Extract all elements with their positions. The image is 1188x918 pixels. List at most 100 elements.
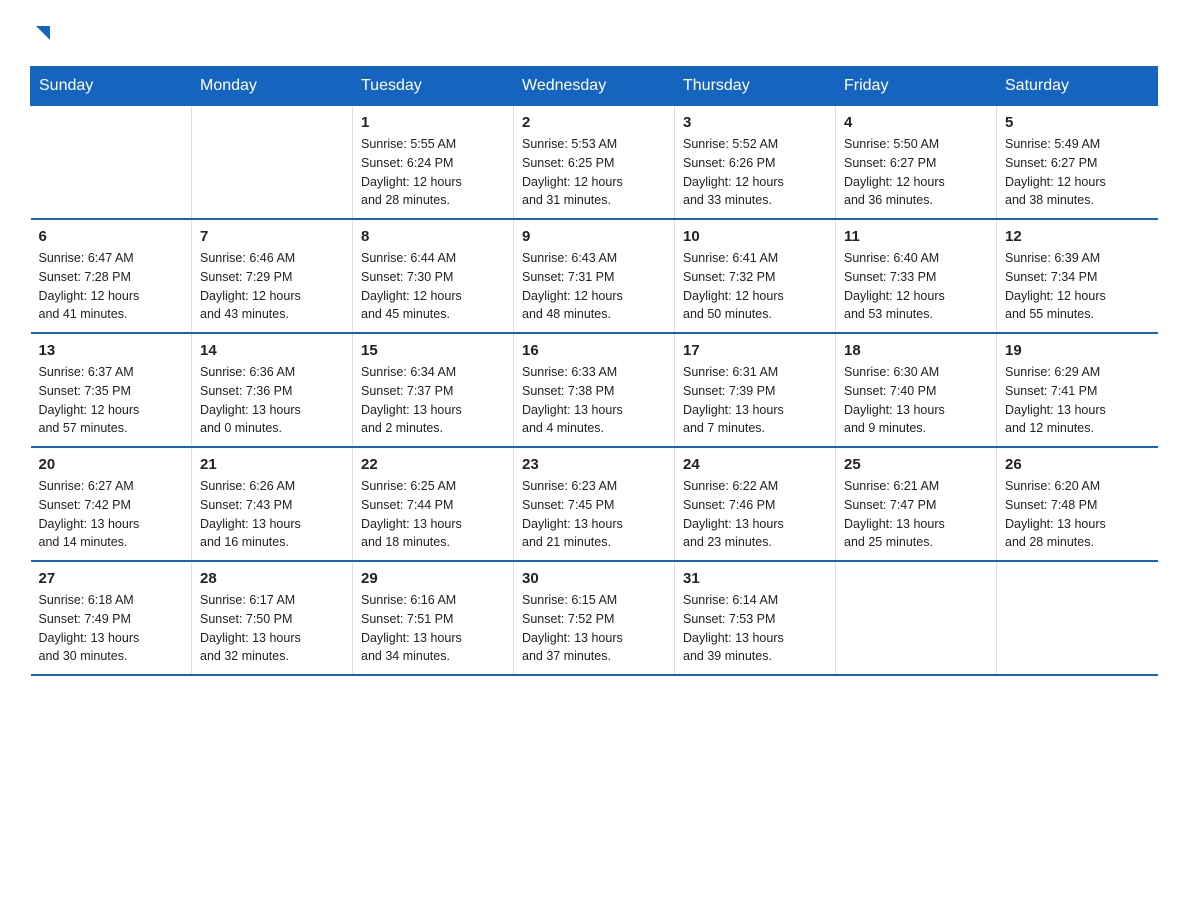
calendar-cell: 2 Sunrise: 5:53 AM Sunset: 6:25 PM Daylig…	[514, 106, 675, 220]
weekday-header-friday: Friday	[836, 67, 997, 106]
calendar-cell: 10 Sunrise: 6:41 AM Sunset: 7:32 PM Dayli…	[675, 219, 836, 333]
day-number: 25	[844, 456, 988, 473]
day-info: Sunrise: 6:44 AM Sunset: 7:30 PM Dayligh…	[361, 249, 505, 324]
day-info: Sunrise: 6:31 AM Sunset: 7:39 PM Dayligh…	[683, 363, 827, 438]
calendar-cell	[836, 561, 997, 675]
calendar-cell: 13 Sunrise: 6:37 AM Sunset: 7:35 PM Dayli…	[31, 333, 192, 447]
page-header	[30, 20, 1158, 48]
calendar-cell: 6Sunrise: 6:47 AM Sunset: 7:28 PM Daylig…	[31, 219, 192, 333]
day-info: Sunrise: 6:43 AM Sunset: 7:31 PM Dayligh…	[522, 249, 666, 324]
calendar-cell: 3 Sunrise: 5:52 AM Sunset: 6:26 PM Daylig…	[675, 106, 836, 220]
calendar-cell: 25 Sunrise: 6:21 AM Sunset: 7:47 PM Dayli…	[836, 447, 997, 561]
day-number: 18	[844, 342, 988, 359]
day-info: Sunrise: 5:52 AM Sunset: 6:26 PM Dayligh…	[683, 135, 827, 210]
day-info: Sunrise: 6:26 AM Sunset: 7:43 PM Dayligh…	[200, 477, 344, 552]
day-info: Sunrise: 6:21 AM Sunset: 7:47 PM Dayligh…	[844, 477, 988, 552]
day-number: 15	[361, 342, 505, 359]
day-number: 24	[683, 456, 827, 473]
calendar-cell: 24 Sunrise: 6:22 AM Sunset: 7:46 PM Dayli…	[675, 447, 836, 561]
day-number: 11	[844, 228, 988, 245]
calendar-cell: 14Sunrise: 6:36 AM Sunset: 7:36 PM Dayli…	[192, 333, 353, 447]
day-info: Sunrise: 5:55 AM Sunset: 6:24 PM Dayligh…	[361, 135, 505, 210]
day-number: 12	[1005, 228, 1150, 245]
weekday-header-sunday: Sunday	[31, 67, 192, 106]
weekday-header-wednesday: Wednesday	[514, 67, 675, 106]
day-number: 23	[522, 456, 666, 473]
calendar-cell	[997, 561, 1158, 675]
day-info: Sunrise: 6:27 AM Sunset: 7:42 PM Dayligh…	[39, 477, 184, 552]
calendar-cell: 8 Sunrise: 6:44 AM Sunset: 7:30 PM Daylig…	[353, 219, 514, 333]
day-number: 1	[361, 114, 505, 131]
calendar-cell: 16 Sunrise: 6:33 AM Sunset: 7:38 PM Dayli…	[514, 333, 675, 447]
calendar-cell	[31, 106, 192, 220]
day-number: 16	[522, 342, 666, 359]
day-info: Sunrise: 6:15 AM Sunset: 7:52 PM Dayligh…	[522, 591, 666, 666]
day-info: Sunrise: 5:49 AM Sunset: 6:27 PM Dayligh…	[1005, 135, 1150, 210]
day-number: 6	[39, 228, 184, 245]
calendar-cell: 23 Sunrise: 6:23 AM Sunset: 7:45 PM Dayli…	[514, 447, 675, 561]
day-number: 20	[39, 456, 184, 473]
weekday-header-tuesday: Tuesday	[353, 67, 514, 106]
day-number: 28	[200, 570, 344, 587]
calendar-week-row: 6Sunrise: 6:47 AM Sunset: 7:28 PM Daylig…	[31, 219, 1158, 333]
calendar-week-row: 27Sunrise: 6:18 AM Sunset: 7:49 PM Dayli…	[31, 561, 1158, 675]
weekday-header-saturday: Saturday	[997, 67, 1158, 106]
day-number: 30	[522, 570, 666, 587]
day-info: Sunrise: 5:53 AM Sunset: 6:25 PM Dayligh…	[522, 135, 666, 210]
calendar-cell: 19Sunrise: 6:29 AM Sunset: 7:41 PM Dayli…	[997, 333, 1158, 447]
day-number: 10	[683, 228, 827, 245]
calendar-cell: 1 Sunrise: 5:55 AM Sunset: 6:24 PM Daylig…	[353, 106, 514, 220]
calendar-cell: 27Sunrise: 6:18 AM Sunset: 7:49 PM Dayli…	[31, 561, 192, 675]
calendar-cell: 28 Sunrise: 6:17 AM Sunset: 7:50 PM Dayli…	[192, 561, 353, 675]
day-number: 2	[522, 114, 666, 131]
day-info: Sunrise: 6:30 AM Sunset: 7:40 PM Dayligh…	[844, 363, 988, 438]
calendar-cell: 5 Sunrise: 5:49 AM Sunset: 6:27 PM Daylig…	[997, 106, 1158, 220]
calendar-cell: 31 Sunrise: 6:14 AM Sunset: 7:53 PM Dayli…	[675, 561, 836, 675]
day-info: Sunrise: 6:17 AM Sunset: 7:50 PM Dayligh…	[200, 591, 344, 666]
calendar-cell: 18 Sunrise: 6:30 AM Sunset: 7:40 PM Dayli…	[836, 333, 997, 447]
day-info: Sunrise: 6:36 AM Sunset: 7:36 PM Dayligh…	[200, 363, 344, 438]
calendar-cell: 7 Sunrise: 6:46 AM Sunset: 7:29 PM Daylig…	[192, 219, 353, 333]
day-number: 19	[1005, 342, 1150, 359]
calendar-cell: 26 Sunrise: 6:20 AM Sunset: 7:48 PM Dayli…	[997, 447, 1158, 561]
day-number: 31	[683, 570, 827, 587]
day-number: 4	[844, 114, 988, 131]
day-info: Sunrise: 6:33 AM Sunset: 7:38 PM Dayligh…	[522, 363, 666, 438]
day-info: Sunrise: 6:37 AM Sunset: 7:35 PM Dayligh…	[39, 363, 184, 438]
calendar-cell: 21Sunrise: 6:26 AM Sunset: 7:43 PM Dayli…	[192, 447, 353, 561]
weekday-header-monday: Monday	[192, 67, 353, 106]
day-number: 26	[1005, 456, 1150, 473]
day-number: 5	[1005, 114, 1150, 131]
day-number: 17	[683, 342, 827, 359]
day-number: 13	[39, 342, 184, 359]
calendar-cell: 30 Sunrise: 6:15 AM Sunset: 7:52 PM Dayli…	[514, 561, 675, 675]
calendar-cell: 15Sunrise: 6:34 AM Sunset: 7:37 PM Dayli…	[353, 333, 514, 447]
calendar-cell: 22 Sunrise: 6:25 AM Sunset: 7:44 PM Dayli…	[353, 447, 514, 561]
calendar-cell: 12Sunrise: 6:39 AM Sunset: 7:34 PM Dayli…	[997, 219, 1158, 333]
day-info: Sunrise: 6:14 AM Sunset: 7:53 PM Dayligh…	[683, 591, 827, 666]
day-number: 29	[361, 570, 505, 587]
calendar-cell: 4Sunrise: 5:50 AM Sunset: 6:27 PM Daylig…	[836, 106, 997, 220]
calendar-cell: 20 Sunrise: 6:27 AM Sunset: 7:42 PM Dayli…	[31, 447, 192, 561]
day-info: Sunrise: 6:25 AM Sunset: 7:44 PM Dayligh…	[361, 477, 505, 552]
calendar-table: SundayMondayTuesdayWednesdayThursdayFrid…	[30, 66, 1158, 676]
day-number: 22	[361, 456, 505, 473]
calendar-week-row: 1 Sunrise: 5:55 AM Sunset: 6:24 PM Daylig…	[31, 106, 1158, 220]
calendar-week-row: 20 Sunrise: 6:27 AM Sunset: 7:42 PM Dayli…	[31, 447, 1158, 561]
logo	[30, 20, 54, 48]
day-number: 3	[683, 114, 827, 131]
day-number: 8	[361, 228, 505, 245]
calendar-week-row: 13 Sunrise: 6:37 AM Sunset: 7:35 PM Dayli…	[31, 333, 1158, 447]
day-number: 7	[200, 228, 344, 245]
day-info: Sunrise: 6:20 AM Sunset: 7:48 PM Dayligh…	[1005, 477, 1150, 552]
day-info: Sunrise: 6:46 AM Sunset: 7:29 PM Dayligh…	[200, 249, 344, 324]
calendar-cell: 17 Sunrise: 6:31 AM Sunset: 7:39 PM Dayli…	[675, 333, 836, 447]
logo-icon	[32, 22, 54, 44]
day-info: Sunrise: 6:41 AM Sunset: 7:32 PM Dayligh…	[683, 249, 827, 324]
day-info: Sunrise: 6:22 AM Sunset: 7:46 PM Dayligh…	[683, 477, 827, 552]
day-info: Sunrise: 6:16 AM Sunset: 7:51 PM Dayligh…	[361, 591, 505, 666]
weekday-header-thursday: Thursday	[675, 67, 836, 106]
calendar-cell: 9Sunrise: 6:43 AM Sunset: 7:31 PM Daylig…	[514, 219, 675, 333]
day-info: Sunrise: 6:23 AM Sunset: 7:45 PM Dayligh…	[522, 477, 666, 552]
calendar-cell	[192, 106, 353, 220]
